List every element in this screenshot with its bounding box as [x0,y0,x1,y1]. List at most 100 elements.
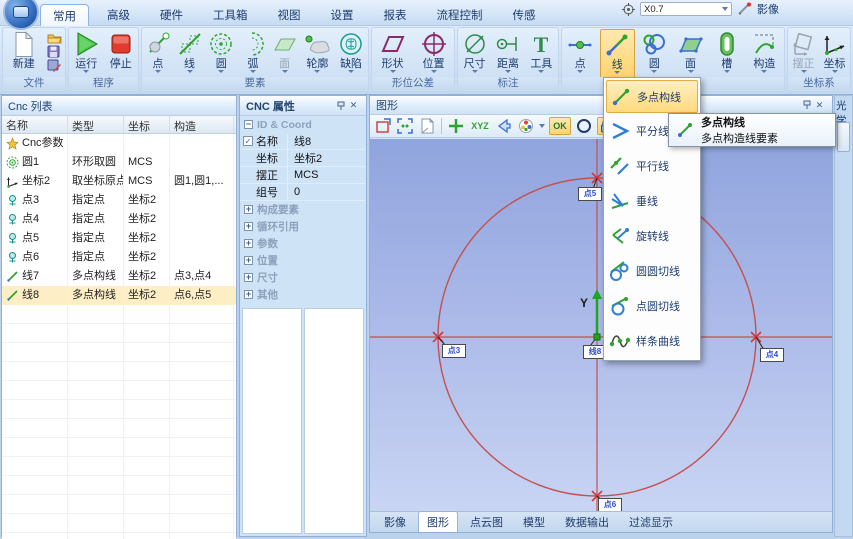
chevron-down-icon[interactable] [539,124,545,131]
point5-label[interactable]: 点5 [578,187,602,201]
feature-line-button[interactable]: 线 [174,29,205,79]
tab-pointcloud-view[interactable]: 点云图 [462,512,511,532]
close-icon[interactable]: ✕ [813,99,826,112]
position-tolerance-button[interactable]: 位置 [415,29,453,79]
column-construct[interactable]: 构造 [170,116,234,133]
select-region-icon[interactable] [374,117,392,135]
tab-sensor[interactable]: 传感 [501,4,548,26]
tab-view[interactable]: 视图 [266,4,313,26]
tab-model-view[interactable]: 模型 [515,512,553,532]
table-row-point3[interactable]: 点3 指定点 坐标2 [2,191,236,210]
name-value[interactable]: 线8 [288,133,366,149]
add-icon[interactable] [447,117,465,135]
color-wheel-icon[interactable] [517,117,535,135]
table-row-cnc-params[interactable]: Cnc参数 [2,134,236,153]
back-arrow-icon[interactable] [495,117,513,135]
tab-graphics-view[interactable]: 图形 [418,511,458,532]
property-row-group[interactable]: 组号 0 [240,184,366,201]
distance-button[interactable]: 距离 [492,29,524,79]
tab-advanced[interactable]: 高级 [95,4,142,26]
feature-contour-button[interactable]: 轮廓 [301,29,334,79]
optics-side-tab[interactable]: 光学 [834,95,853,537]
section-other[interactable]: 其他 [240,286,366,303]
table-row-line7[interactable]: 线7 多点构线 坐标2 点3,点4 [2,267,236,286]
expand-icon[interactable] [244,256,253,265]
xyz-icon[interactable]: XYZ [469,117,491,135]
expand-icon[interactable] [244,239,253,248]
construct-generic-button[interactable]: 构造 [746,29,782,79]
menu-item-point-circle-tangent[interactable]: 点圆切线 [606,288,698,323]
table-row-point5[interactable]: 点5 指定点 坐标2 [2,229,236,248]
coordinate-button[interactable]: 坐标 [820,29,850,79]
tab-data-output[interactable]: 数据输出 [557,512,617,532]
section-position[interactable]: 位置 [240,252,366,269]
tab-common[interactable]: 常用 [40,4,89,26]
construct-circle-button[interactable]: 圆 [638,29,671,79]
property-row-align[interactable]: 摆正 MCS [240,167,366,184]
expand-icon[interactable] [244,222,253,231]
side-strip-button[interactable] [837,122,850,152]
pen-icon[interactable] [737,2,752,16]
section-loop-ref[interactable]: 循环引用 [240,218,366,235]
table-row-line8-selected[interactable]: 线8 多点构线 坐标2 点6,点5 [2,286,236,305]
section-params[interactable]: 参数 [240,235,366,252]
menu-item-multipoint-line[interactable]: 多点构线 [606,80,698,113]
tab-settings[interactable]: 设置 [319,4,366,26]
property-row-name[interactable]: 名称 线8 [240,133,366,150]
fit-view-icon[interactable] [396,117,414,135]
open-file-button[interactable] [47,32,62,44]
feature-arc-button[interactable]: 弧 [237,29,268,79]
construct-point-button[interactable]: 点 [564,29,597,79]
column-name[interactable]: 名称 [2,116,68,133]
tab-report[interactable]: 报表 [372,4,419,26]
coord-value[interactable]: 坐标2 [288,150,366,166]
shape-tolerance-button[interactable]: 形状 [374,29,412,79]
tab-image-view[interactable]: 影像 [376,512,414,532]
expand-icon[interactable] [244,290,253,299]
align-button[interactable]: 摆正 [789,29,819,79]
section-components[interactable]: 构成要素 [240,201,366,218]
feature-plane-button[interactable]: 面 [269,29,300,79]
group-value[interactable]: 0 [288,186,366,198]
save-as-button[interactable] [47,59,62,72]
align-value[interactable]: MCS [288,169,366,181]
graphics-viewport[interactable]: Y 点3 点4 点5 点6 线8 [370,139,832,513]
construct-line-button[interactable]: 线 [600,29,635,79]
lens-zoom-select[interactable]: X0.7 [640,2,732,16]
stop-button[interactable]: 停止 [104,29,137,79]
dimension-button[interactable]: 尺寸 [459,29,491,79]
construct-slot-button[interactable]: 槽 [710,29,743,79]
feature-point-button[interactable]: 点 [142,29,173,79]
close-icon[interactable]: ✕ [347,99,360,112]
point4-label[interactable]: 点4 [760,348,784,362]
column-type[interactable]: 类型 [68,116,124,133]
name-checkbox[interactable] [243,136,253,146]
feature-circle-button[interactable]: 圆 [206,29,237,79]
menu-item-rotated-line[interactable]: 旋转线 [606,218,698,253]
section-id-coord[interactable]: ID & Coord [240,116,366,133]
table-row-circle1[interactable]: 圆1 环形取圆 MCS [2,153,236,172]
run-button[interactable]: 运行 [70,29,103,79]
pin-icon[interactable] [334,99,347,112]
new-button[interactable]: 新建 [6,29,42,79]
menu-item-parallel-line[interactable]: 平行线 [606,148,698,183]
ok-button[interactable]: OK [549,117,571,135]
tab-hardware[interactable]: 硬件 [148,4,195,26]
expand-icon[interactable] [244,205,253,214]
collapse-icon[interactable] [244,120,253,129]
section-size[interactable]: 尺寸 [240,269,366,286]
tab-toolbox[interactable]: 工具箱 [201,4,260,26]
pin-icon[interactable] [800,99,813,112]
table-row-coord2[interactable]: 坐标2 取坐标原点 MCS 圆1,圆1,... [2,172,236,191]
point3-label[interactable]: 点3 [442,344,466,358]
feature-defect-button[interactable]: 缺陷 [335,29,368,79]
construct-plane-button[interactable]: 面 [674,29,707,79]
page-flip-icon[interactable] [418,117,436,135]
table-row-point4[interactable]: 点4 指定点 坐标2 [2,210,236,229]
column-coord[interactable]: 坐标 [124,116,170,133]
menu-item-spline-curve[interactable]: 样条曲线 [606,323,698,358]
save-button[interactable] [47,45,62,58]
expand-icon[interactable] [244,273,253,282]
property-row-coord[interactable]: 坐标 坐标2 [240,150,366,167]
menu-item-circle-circle-tangent[interactable]: 圆圆切线 [606,253,698,288]
